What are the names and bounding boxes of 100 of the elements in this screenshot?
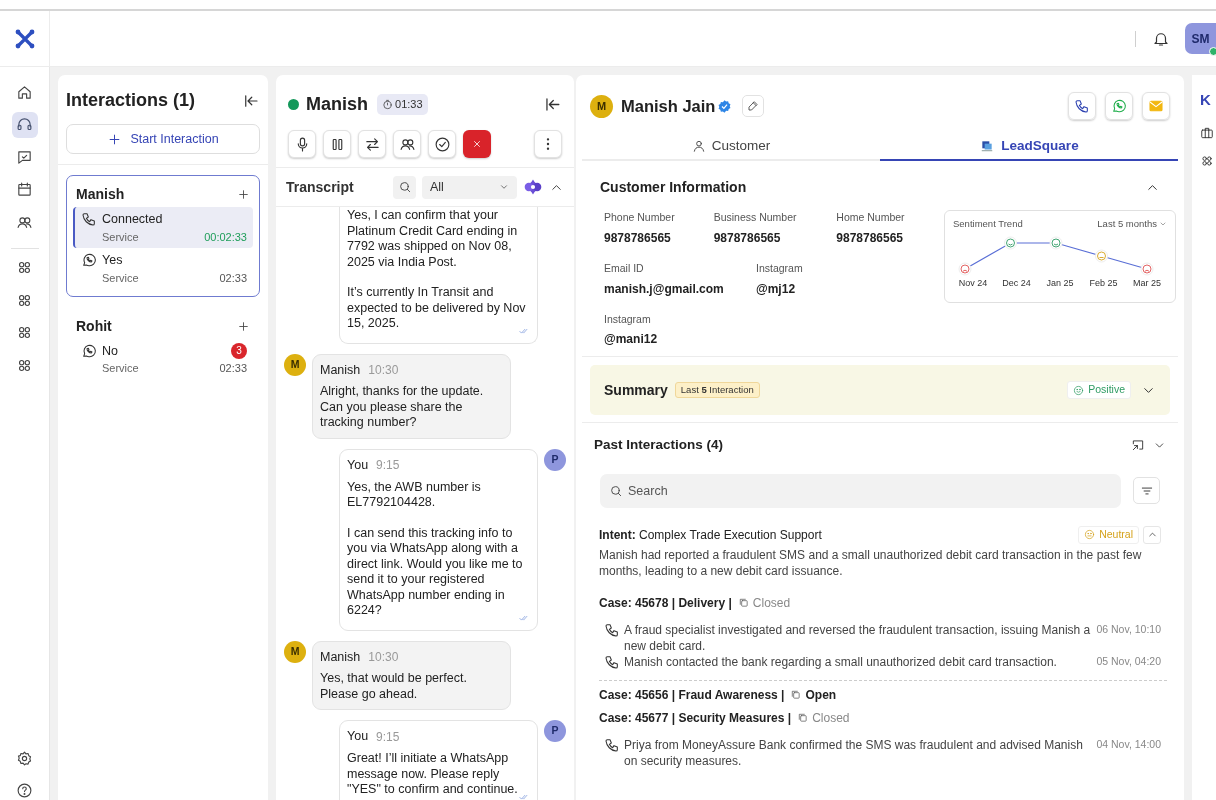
interaction-item[interactable]: No 3 Service 02:33	[73, 338, 253, 380]
period-dropdown[interactable]: Last 5 months	[1097, 217, 1167, 232]
case-title: Case: 45656 | Fraud Awareness |	[599, 686, 785, 704]
case-status: Open	[805, 686, 837, 704]
close-icon	[471, 138, 483, 150]
avatar: P	[544, 448, 566, 471]
call-button[interactable]	[1068, 92, 1096, 120]
apps-icon	[16, 324, 33, 341]
field-label: Phone Number	[604, 210, 676, 225]
transfer-icon	[363, 135, 381, 153]
field-label: Instagram	[756, 260, 804, 276]
phone-icon	[604, 736, 620, 753]
conference-button[interactable]	[393, 130, 421, 158]
customer-name: Manish Jain	[621, 95, 716, 117]
ai-assistant-icon[interactable]	[523, 177, 543, 197]
axis-label: Jan 25	[1045, 277, 1075, 291]
phone-icon	[81, 211, 97, 227]
pencil-icon	[747, 100, 760, 112]
field-label: Email ID	[604, 260, 645, 276]
tab[interactable]: LeadSquare	[880, 133, 1178, 161]
section-title: Summary	[604, 380, 668, 400]
interaction-title: No	[102, 342, 118, 360]
message-text: I can send this tracking info to you via WhatsApp along with a direct link. Would you like me to send it to your registered WhatsApp number ending in 6224?	[347, 525, 524, 619]
field-label: Home Number	[836, 210, 906, 225]
interaction-description: Manish had reported a fraudulent SMS and a small unauthorized debit card transaction in the past few months, leading to a new debit card issuance.	[599, 546, 1143, 579]
message-text: Great! I’ll initiate a WhatsApp message now. Please reply "YES" to confirm and continue.	[347, 751, 519, 798]
interaction-item[interactable]: Yes Service 02:33	[73, 248, 253, 290]
section-title: Customer Information	[600, 178, 747, 197]
interaction-duration: 00:02:33	[204, 229, 247, 245]
contact-name: Rohit	[76, 316, 112, 336]
event-text: Manish contacted the bank regarding a small unauthorized debit card transaction.	[624, 653, 1058, 670]
event-text: A fraud specialist investigated and reversed the fraudulent transaction, issuing Manish a new debit card.	[624, 621, 1091, 654]
axis-label: Feb 25	[1088, 277, 1119, 291]
sentiment-tag: Neutral	[1078, 525, 1139, 544]
add-button[interactable]	[237, 319, 250, 333]
axis-label: Dec 24	[1001, 277, 1032, 291]
message-text: Yes, that would be perfect. Please go ahead.	[320, 671, 468, 703]
message-time: 10:30	[368, 361, 399, 379]
tab[interactable]: Customer	[582, 133, 880, 161]
collapse-button[interactable]	[543, 95, 562, 114]
axis-label: Nov 24	[957, 277, 989, 291]
settings-icon	[16, 749, 33, 767]
phone-icon	[1074, 98, 1090, 114]
chat-check-icon	[16, 148, 33, 166]
briefcase-icon	[1200, 125, 1214, 140]
message-time: 9:15	[376, 728, 400, 746]
mute-button[interactable]	[288, 130, 316, 158]
phone-icon	[604, 621, 620, 638]
phone-icon	[604, 653, 620, 670]
whatsapp-icon	[81, 252, 97, 269]
home-icon	[16, 83, 33, 101]
event-time: 05 Nov, 04:20	[1096, 653, 1161, 669]
search-field[interactable]: Search	[600, 473, 1121, 508]
copy-icon	[790, 689, 802, 700]
message-sender: Manish	[320, 648, 361, 666]
interaction-item[interactable]: Connected Service 00:02:33	[73, 207, 253, 249]
search-icon	[397, 180, 412, 194]
complete-button[interactable]	[428, 130, 456, 158]
field-value: @mj12	[756, 280, 797, 298]
call-timer: 01:33	[377, 94, 428, 115]
headset-icon	[16, 116, 33, 133]
start-interaction-button[interactable]: Start Interaction	[66, 124, 260, 154]
chevron-down-icon	[499, 182, 509, 192]
user-avatar[interactable]: SM	[1185, 23, 1216, 54]
envelope-icon	[1148, 98, 1164, 114]
field-value: manish.j@gmail.com	[604, 280, 725, 298]
event-text: Priya from MoneyAssure Bank confirmed the SMS was fraudulent and advised Manish on security measures.	[624, 736, 1084, 769]
plus-icon	[237, 319, 250, 333]
interaction-title: Yes	[102, 252, 123, 270]
message-text: Yes, I can confirm that your Platinum Credit Card ending in 7792 was shipped on Nov 08, 2025 via India Post.	[347, 208, 519, 270]
apps-icon	[16, 259, 33, 276]
field-value: @mani12	[604, 331, 659, 349]
intent-text: Intent: Complex Trade Execution Support	[599, 526, 823, 544]
add-button[interactable]	[237, 188, 250, 201]
side-panel-label: K	[1200, 90, 1211, 110]
contact-name: Manish	[306, 93, 368, 116]
smiling-face-icon	[1073, 384, 1085, 396]
contact-name: Manish	[76, 185, 125, 204]
axis-label: Mar 25	[1132, 277, 1162, 291]
interaction-title: Connected	[102, 211, 163, 228]
collapse-icon	[543, 95, 562, 114]
open-external-button[interactable]	[1131, 438, 1145, 453]
message-time: 10:30	[368, 648, 399, 666]
section-title: Transcript	[286, 177, 355, 197]
case-title: Case: 45678 | Delivery |	[599, 594, 732, 612]
field-value: 9878786565	[836, 229, 905, 247]
cast-icon	[1131, 438, 1145, 453]
nav-item[interactable]	[11, 111, 38, 138]
whatsapp-button[interactable]	[1105, 92, 1133, 120]
end-call-button[interactable]	[463, 130, 491, 158]
filter-button[interactable]	[1133, 477, 1160, 504]
field-label: Instagram	[604, 311, 652, 327]
hold-button[interactable]	[323, 130, 351, 158]
filter-dropdown[interactable]: All	[422, 175, 517, 199]
avatar: M	[590, 94, 613, 118]
transfer-button[interactable]	[358, 130, 386, 158]
avatar: M	[284, 353, 306, 376]
search-button[interactable]	[393, 175, 416, 199]
panel-title: Interactions (1)	[66, 89, 196, 112]
interaction-type: Service	[102, 229, 139, 245]
